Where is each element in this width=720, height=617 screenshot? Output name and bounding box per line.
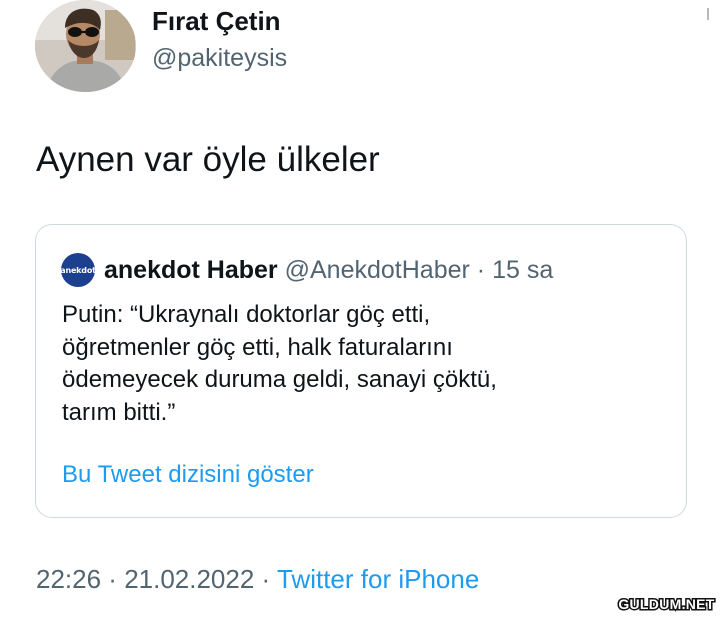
tweet-date[interactable]: 21.02.2022: [124, 564, 254, 594]
quote-avatar[interactable]: anekdot: [60, 253, 96, 287]
quote-author-handle[interactable]: @AnekdotHaber: [285, 256, 470, 284]
tweet-source-link[interactable]: Twitter for iPhone: [277, 564, 479, 594]
quote-timestamp[interactable]: 15 sa: [492, 256, 553, 284]
tweet-text: Aynen var öyle ülkeler: [36, 140, 380, 179]
quote-body-line: ödemeyecek duruma geldi, sanayi çöktü,: [62, 366, 497, 393]
svg-text:GULDUM.NET: GULDUM.NET: [618, 596, 714, 612]
quote-header: anekdot Haber @AnekdotHaber · 15 sa: [104, 253, 553, 287]
quote-body-line: tarım bitti.”: [62, 398, 176, 426]
author-display-name[interactable]: Fırat Çetin: [152, 6, 281, 37]
quote-avatar-logo-text: anekdot: [60, 265, 96, 275]
footer-separator: ·: [254, 564, 277, 594]
show-thread-link[interactable]: Bu Tweet dizisini göster: [62, 461, 314, 489]
author-avatar[interactable]: [35, 0, 136, 92]
watermark-logo: GULDUM.NET: [617, 594, 716, 614]
quote-author-name[interactable]: anekdot Haber: [104, 256, 278, 284]
author-handle[interactable]: @pakiteysis: [152, 44, 287, 73]
tweet-time[interactable]: 22:26: [36, 564, 101, 594]
avatar-photo-icon: [35, 0, 136, 92]
quote-separator: ·: [469, 256, 493, 284]
quote-body-line: öğretmenler göç etti, halk faturalarını: [62, 333, 453, 361]
quote-body: Putin: “Ukraynalı doktorlar göç etti, öğ…: [62, 299, 662, 429]
tweet-footer: 22:26 · 21.02.2022 · Twitter for iPhone: [36, 564, 479, 595]
footer-separator: ·: [101, 564, 125, 594]
quoted-tweet-card[interactable]: anekdot anekdot Haber @AnekdotHaber · 15…: [35, 224, 687, 518]
corner-mark: [707, 8, 709, 20]
quote-body-line: Putin: “Ukraynalı doktorlar göç etti,: [62, 301, 431, 328]
